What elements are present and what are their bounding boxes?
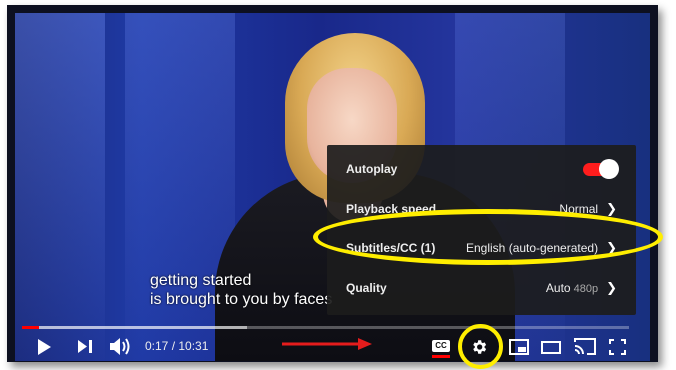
fullscreen-icon[interactable] bbox=[609, 339, 626, 355]
time-display: 0:17 / 10:31 bbox=[145, 339, 209, 353]
theater-icon[interactable] bbox=[541, 341, 561, 354]
cc-icon[interactable]: CC bbox=[432, 340, 450, 352]
autoplay-toggle[interactable] bbox=[583, 158, 619, 179]
studio-panel bbox=[15, 13, 105, 361]
progress-buffered bbox=[22, 326, 247, 329]
annotation-arrow-icon bbox=[282, 338, 372, 350]
miniplayer-icon[interactable] bbox=[509, 339, 529, 355]
cast-icon[interactable] bbox=[574, 338, 596, 355]
chevron-right-icon: ❯ bbox=[606, 201, 617, 216]
caption-line-2: is brought to you by faces bbox=[150, 291, 333, 308]
quality-label: Quality bbox=[346, 281, 387, 295]
progress-played bbox=[22, 326, 39, 329]
highlight-circle-settings bbox=[458, 324, 503, 369]
quality-resolution: 480p bbox=[573, 283, 599, 295]
menu-item-autoplay[interactable]: Autoplay bbox=[327, 155, 636, 183]
chevron-right-icon: ❯ bbox=[606, 280, 617, 295]
progress-bar[interactable] bbox=[22, 326, 629, 329]
caption-line-1: getting started bbox=[150, 272, 252, 289]
volume-icon[interactable] bbox=[110, 338, 132, 355]
autoplay-label: Autoplay bbox=[346, 162, 398, 176]
next-icon[interactable] bbox=[78, 340, 92, 353]
play-icon[interactable] bbox=[37, 339, 51, 355]
menu-item-quality[interactable]: Quality Auto 480p ❯ bbox=[327, 274, 636, 302]
quality-value: Auto bbox=[545, 281, 571, 295]
highlight-ellipse-subtitles bbox=[313, 209, 663, 265]
toggle-knob bbox=[599, 158, 619, 179]
cc-active-indicator bbox=[432, 355, 450, 358]
caption-overlay: getting started is brought to you by fac… bbox=[150, 271, 332, 309]
